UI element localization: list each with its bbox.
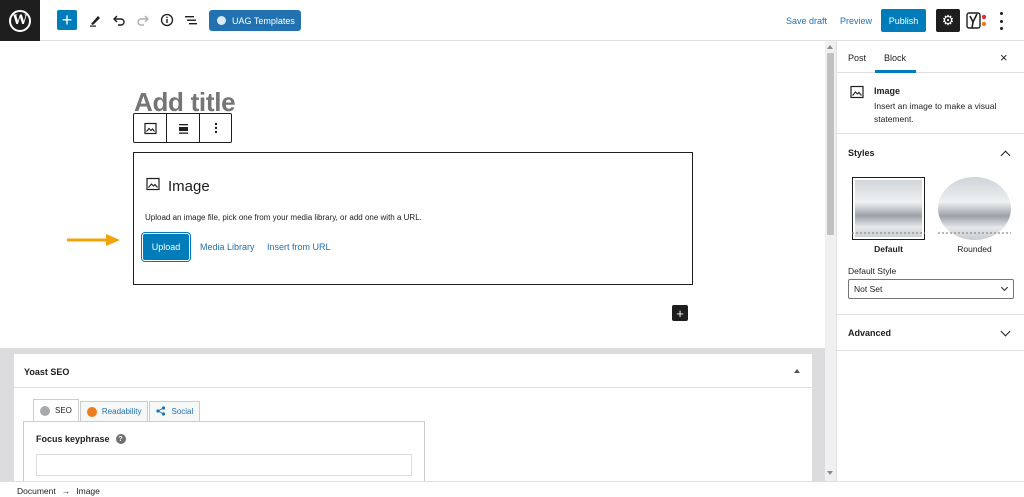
inserter-label: + bbox=[676, 305, 684, 321]
list-view-icon[interactable] bbox=[182, 11, 200, 29]
undo-icon[interactable] bbox=[110, 11, 128, 29]
meta-boxes-area: Yoast SEO SEO Readability Social Focus k… bbox=[0, 348, 825, 491]
add-block-button[interactable]: + bbox=[57, 10, 77, 30]
editor-canvas: Add title Image Upload an image file, pi… bbox=[0, 41, 825, 348]
block-card: Image Insert an image to make a visual s… bbox=[837, 73, 1024, 134]
more-options-icon[interactable] bbox=[996, 12, 1006, 30]
tab-readability[interactable]: Readability bbox=[79, 401, 149, 421]
image-icon bbox=[850, 85, 864, 104]
collapse-caret-icon[interactable] bbox=[794, 369, 800, 373]
style-preview-rounded bbox=[938, 177, 1011, 240]
info-icon[interactable] bbox=[158, 11, 176, 29]
tab-post[interactable]: Post bbox=[848, 53, 866, 63]
image-block-instructions: Upload an image file, pick one from your… bbox=[145, 213, 422, 222]
upload-button[interactable]: Upload bbox=[143, 234, 189, 260]
scroll-down-icon[interactable] bbox=[827, 471, 833, 475]
save-draft-button[interactable]: Save draft bbox=[786, 16, 827, 26]
tab-block[interactable]: Block bbox=[884, 53, 906, 63]
focus-keyphrase-input[interactable] bbox=[36, 454, 412, 476]
sidebar-tabs: Post Block × bbox=[837, 41, 1024, 73]
block-card-title: Image bbox=[874, 86, 901, 96]
block-card-description: Insert an image to make a visual stateme… bbox=[874, 101, 997, 124]
yoast-tabs: SEO Readability Social bbox=[33, 399, 201, 421]
advanced-heading[interactable]: Advanced bbox=[848, 328, 891, 338]
chevron-down-icon bbox=[1000, 283, 1009, 292]
style-label-default: Default bbox=[874, 244, 903, 254]
wordpress-logo[interactable]: W bbox=[0, 0, 40, 41]
default-style-label: Default Style bbox=[848, 266, 897, 276]
default-style-value: Not Set bbox=[854, 284, 883, 294]
block-inserter-button[interactable]: + bbox=[672, 305, 688, 321]
image-block-label: Image bbox=[146, 177, 210, 195]
yoast-seo-metabox: Yoast SEO SEO Readability Social Focus k… bbox=[13, 353, 813, 491]
breadcrumb: Document → Image bbox=[17, 486, 100, 496]
breadcrumb-separator: → bbox=[61, 486, 71, 496]
tab-readability-label: Readability bbox=[101, 407, 142, 416]
image-block-placeholder: Image Upload an image file, pick one fro… bbox=[133, 152, 693, 285]
help-icon[interactable]: ? bbox=[115, 434, 126, 444]
media-library-button[interactable]: Media Library bbox=[200, 242, 255, 252]
preview-caption-line bbox=[938, 232, 1011, 234]
chevron-down-icon[interactable] bbox=[1000, 326, 1011, 337]
block-toolbar bbox=[133, 113, 232, 143]
readability-score-icon bbox=[86, 406, 97, 417]
focus-keyphrase-label: Focus keyphrase ? bbox=[36, 434, 126, 444]
styles-heading[interactable]: Styles bbox=[848, 148, 875, 158]
breadcrumb-image[interactable]: Image bbox=[76, 486, 100, 496]
editor-footer: Document → Image bbox=[0, 481, 1024, 497]
seo-score-icon bbox=[40, 405, 50, 416]
scrollbar-thumb[interactable] bbox=[827, 53, 834, 235]
redo-icon[interactable] bbox=[134, 11, 152, 29]
default-style-select[interactable]: Not Set bbox=[848, 279, 1014, 299]
uag-icon bbox=[217, 16, 226, 25]
editor-scrollbar[interactable] bbox=[825, 41, 836, 481]
editor-header: W + UAG Templates Save draft Preview Pub… bbox=[0, 0, 1024, 41]
scroll-up-icon[interactable] bbox=[827, 45, 833, 49]
focus-keyphrase-text: Focus keyphrase bbox=[36, 434, 110, 444]
image-block-title: Image bbox=[168, 177, 210, 195]
pencil-icon[interactable] bbox=[86, 11, 104, 29]
style-option-default[interactable] bbox=[852, 177, 925, 240]
style-label-rounded: Rounded bbox=[957, 244, 992, 254]
wordpress-icon: W bbox=[9, 9, 31, 32]
highlight-arrow-icon bbox=[67, 234, 120, 246]
close-icon[interactable]: × bbox=[1000, 50, 1008, 65]
share-icon bbox=[156, 405, 166, 418]
tab-seo[interactable]: SEO bbox=[33, 399, 79, 421]
preview-caption-line bbox=[852, 232, 925, 234]
styles-panel: Styles Default Rounded Default Style Not… bbox=[837, 134, 1024, 315]
preview-button[interactable]: Preview bbox=[840, 16, 872, 26]
yoast-title: Yoast SEO bbox=[24, 367, 70, 377]
help-glyph: ? bbox=[118, 435, 123, 443]
chevron-up-icon[interactable] bbox=[1000, 150, 1011, 161]
yoast-header[interactable]: Yoast SEO bbox=[14, 354, 812, 388]
align-icon[interactable] bbox=[167, 114, 200, 142]
uag-templates-button[interactable]: UAG Templates bbox=[209, 10, 301, 31]
style-option-rounded[interactable] bbox=[938, 177, 1011, 240]
add-block-label: + bbox=[61, 10, 73, 30]
breadcrumb-document[interactable]: Document bbox=[17, 486, 56, 496]
publish-button[interactable]: Publish bbox=[881, 9, 926, 32]
block-type-image-icon[interactable] bbox=[134, 114, 167, 142]
tab-seo-label: SEO bbox=[55, 406, 72, 415]
yoast-icon[interactable] bbox=[966, 10, 988, 32]
insert-from-url-button[interactable]: Insert from URL bbox=[267, 242, 331, 252]
style-preview-default bbox=[852, 177, 925, 240]
uag-templates-label: UAG Templates bbox=[232, 15, 295, 26]
settings-gear-icon[interactable]: ⚙ bbox=[936, 9, 960, 32]
image-icon bbox=[146, 177, 160, 195]
block-more-options-icon[interactable] bbox=[200, 114, 231, 142]
wordpress-logo-letter: W bbox=[12, 13, 28, 28]
gear-glyph: ⚙ bbox=[941, 12, 955, 28]
tab-social[interactable]: Social bbox=[149, 401, 201, 421]
advanced-panel[interactable]: Advanced bbox=[837, 315, 1024, 351]
tab-social-label: Social bbox=[171, 407, 194, 416]
settings-sidebar: Post Block × Image Insert an image to ma… bbox=[836, 41, 1024, 481]
